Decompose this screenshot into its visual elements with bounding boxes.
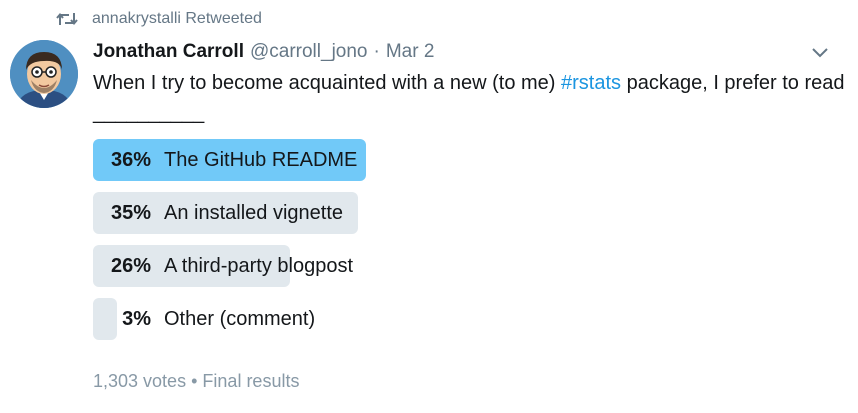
poll-option-label: A third-party blogpost <box>164 254 353 277</box>
tweet-header: Jonathan Carroll @carroll_jono · Mar 2 <box>93 38 838 66</box>
poll-option-label: Other (comment) <box>164 307 316 330</box>
hashtag-link[interactable]: #rstats <box>561 72 621 94</box>
retweeted-by-link[interactable]: annakrystalli Retweeted <box>92 10 262 28</box>
vote-count: 1,303 votes <box>93 371 187 391</box>
retweet-icon <box>56 10 78 28</box>
poll-percent: 3% <box>122 307 151 330</box>
poll-option: 3% Other (comment) <box>93 298 833 340</box>
retweet-context: annakrystalli Retweeted <box>56 8 262 30</box>
poll-footer: 1,303 votes • Final results <box>93 371 299 392</box>
author-handle[interactable]: @carroll_jono <box>250 41 368 63</box>
poll-option-label: An installed vignette <box>164 201 344 224</box>
header-separator: · <box>373 41 380 62</box>
poll-option: 36% The GitHub README <box>93 139 833 181</box>
poll-percent: 36% <box>110 148 151 171</box>
chevron-down-icon[interactable] <box>810 42 830 62</box>
tweet-date[interactable]: Mar 2 <box>386 41 435 63</box>
poll-option-label: The GitHub README <box>164 148 358 171</box>
avatar[interactable] <box>10 40 78 108</box>
poll: 36% The GitHub README 35% An installed v… <box>93 139 833 351</box>
author-name[interactable]: Jonathan Carroll <box>93 41 244 63</box>
poll-option: 35% An installed vignette <box>93 192 833 234</box>
poll-percent: 26% <box>110 254 151 277</box>
footer-separator: • <box>191 371 198 391</box>
poll-option: 26% A third-party blogpost <box>93 245 833 287</box>
poll-status: Final results <box>202 371 300 391</box>
tweet-text-part: When I try to become acquainted with a n… <box>93 72 561 94</box>
tweet-text: When I try to become acquainted with a n… <box>93 68 845 128</box>
poll-percent: 35% <box>110 201 151 224</box>
